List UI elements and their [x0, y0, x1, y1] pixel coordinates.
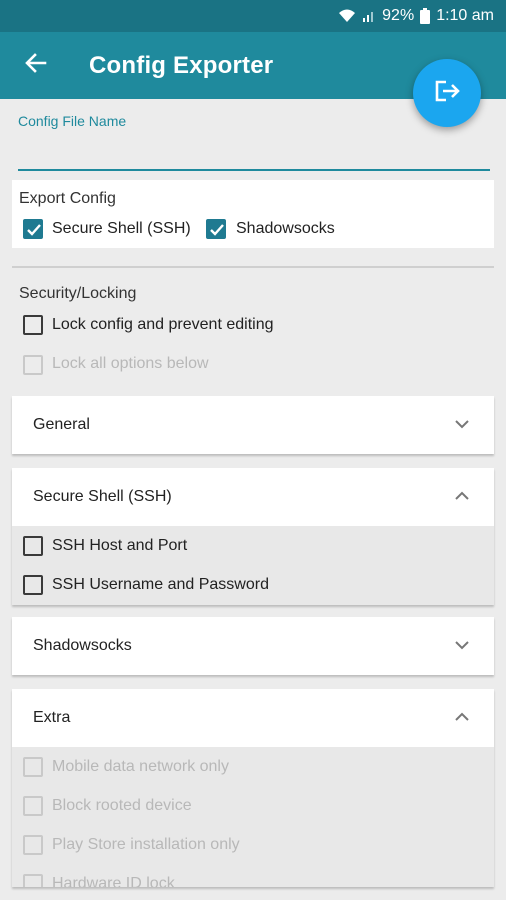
section-ssh: Secure Shell (SSH) SSH Host and Port SSH… — [12, 468, 494, 605]
play-store-only-checkbox[interactable] — [23, 835, 43, 855]
hardware-id-lock-label: Hardware ID lock — [52, 875, 175, 887]
play-store-only-label: Play Store installation only — [52, 836, 240, 853]
ssh-host-port-checkbox[interactable] — [23, 536, 43, 556]
shadowsocks-checkbox[interactable] — [206, 219, 226, 239]
hardware-id-lock-checkbox[interactable] — [23, 874, 43, 887]
signal-icon — [362, 9, 376, 23]
block-rooted-label: Block rooted device — [52, 797, 192, 814]
section-ssh-title: Secure Shell (SSH) — [33, 488, 172, 505]
block-rooted-checkbox[interactable] — [23, 796, 43, 816]
export-config-title: Export Config — [19, 190, 116, 207]
section-ssh-header[interactable]: Secure Shell (SSH) — [12, 468, 494, 526]
ssh-checkbox[interactable] — [23, 219, 43, 239]
section-ssh-body: SSH Host and Port SSH Username and Passw… — [12, 526, 494, 605]
clock: 1:10 am — [436, 7, 494, 24]
section-extra-header[interactable]: Extra — [12, 689, 494, 747]
export-icon — [433, 79, 461, 108]
main-content: Config File Name Export Config Secure Sh… — [0, 99, 506, 900]
chevron-down-icon — [454, 637, 470, 658]
config-file-name-input[interactable] — [18, 137, 490, 171]
mobile-data-only-label: Mobile data network only — [52, 758, 229, 775]
section-general-header[interactable]: General — [12, 396, 494, 454]
ssh-checkbox-label: Secure Shell (SSH) — [52, 220, 191, 237]
battery-icon — [420, 8, 431, 24]
section-general: General — [12, 396, 494, 454]
lock-config-label: Lock config and prevent editing — [52, 316, 274, 333]
section-shadowsocks-header[interactable]: Shadowsocks — [12, 617, 494, 675]
ssh-host-port-label: SSH Host and Port — [52, 537, 188, 554]
chevron-up-icon — [454, 488, 470, 509]
divider — [12, 266, 494, 268]
section-extra: Extra Mobile data network only Block roo… — [12, 689, 494, 887]
section-extra-title: Extra — [33, 709, 71, 726]
export-button[interactable] — [413, 59, 481, 127]
section-extra-body: Mobile data network only Block rooted de… — [12, 747, 494, 887]
wifi-icon — [338, 8, 356, 24]
mobile-data-only-checkbox[interactable] — [23, 757, 43, 777]
chevron-up-icon — [454, 709, 470, 730]
chevron-down-icon — [454, 416, 470, 437]
arrow-left-icon — [25, 52, 47, 79]
config-file-name-label: Config File Name — [18, 113, 127, 129]
section-shadowsocks-title: Shadowsocks — [33, 637, 132, 654]
back-button[interactable] — [8, 38, 64, 94]
export-config-card: Export Config Secure Shell (SSH) Shadows… — [12, 180, 494, 248]
ssh-username-password-label: SSH Username and Password — [52, 576, 269, 593]
lock-all-options-checkbox[interactable] — [23, 355, 43, 375]
lock-all-options-label: Lock all options below — [52, 355, 209, 372]
security-locking-title: Security/Locking — [19, 285, 137, 302]
page-title: Config Exporter — [89, 51, 274, 79]
shadowsocks-checkbox-label: Shadowsocks — [236, 220, 335, 237]
lock-config-checkbox[interactable] — [23, 315, 43, 335]
config-file-name-underline — [18, 169, 490, 171]
ssh-username-password-checkbox[interactable] — [23, 575, 43, 595]
section-shadowsocks: Shadowsocks — [12, 617, 494, 675]
section-general-title: General — [33, 416, 90, 433]
status-bar: 92% 1:10 am — [0, 0, 506, 32]
battery-percent: 92% — [382, 7, 415, 24]
